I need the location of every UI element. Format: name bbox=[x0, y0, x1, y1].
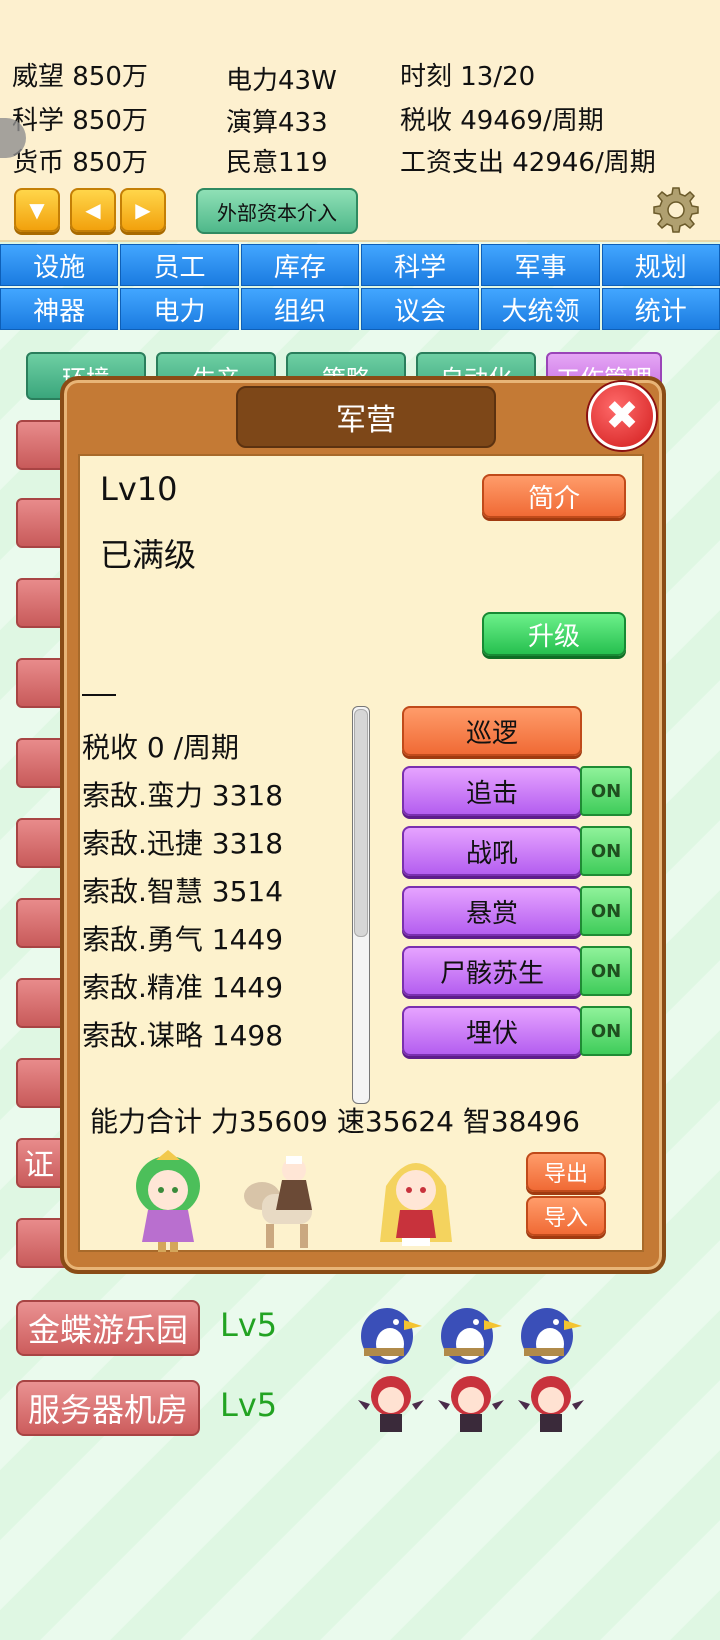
tab-organization[interactable]: 组织 bbox=[240, 288, 359, 330]
tab-planning[interactable]: 规划 bbox=[601, 244, 720, 286]
scrollbar-thumb[interactable] bbox=[354, 709, 368, 937]
demon-girl-worker-icon bbox=[358, 1376, 424, 1432]
stat-line: 税收 0 /周期 bbox=[82, 731, 240, 764]
import-button[interactable]: 导入 bbox=[526, 1196, 606, 1236]
skill-ambush-button[interactable]: 埋伏 bbox=[402, 1006, 582, 1056]
power-stat: 电力43W bbox=[226, 66, 337, 96]
stats-scrollbar[interactable] bbox=[352, 706, 370, 1104]
facility-name: 服务器机房 bbox=[28, 1391, 189, 1429]
skill-revive-toggle[interactable]: ON bbox=[580, 946, 632, 996]
skill-pursuit-button[interactable]: 追击 bbox=[402, 766, 582, 816]
facility-name: 金蝶游乐园 bbox=[28, 1311, 189, 1349]
facility-level: Lv5 bbox=[220, 1386, 278, 1424]
partial-facility-label: 证 bbox=[24, 1148, 54, 1183]
tab-parliament[interactable]: 议会 bbox=[360, 288, 480, 330]
triangle-down-icon: ▼ bbox=[29, 198, 45, 222]
tab-power[interactable]: 电力 bbox=[120, 288, 239, 330]
patrol-button[interactable]: 巡逻 bbox=[402, 706, 582, 756]
penguin-worker-icon bbox=[361, 1308, 422, 1364]
stat-line: 索敌.精准 1449 bbox=[82, 971, 284, 1004]
facility-level: Lv5 bbox=[220, 1306, 278, 1344]
currency-stat: 货币 850万 bbox=[12, 148, 148, 178]
green-hair-girl-icon bbox=[136, 1150, 200, 1252]
skill-revive-button[interactable]: 尸骸苏生 bbox=[402, 946, 582, 996]
stat-line: 索敌.蛮力 3318 bbox=[82, 779, 284, 812]
status-panel: 威望 850万 科学 850万 货币 850万 电力43W 演算433 民意11… bbox=[0, 0, 720, 242]
max-level-status: 已满级 bbox=[100, 536, 197, 574]
stat-line: 索敌.迅捷 3318 bbox=[82, 827, 284, 860]
wages-stat: 工资支出 42946/周期 bbox=[400, 148, 656, 178]
skill-bounty-button[interactable]: 悬赏 bbox=[402, 886, 582, 936]
tab-military[interactable]: 军事 bbox=[481, 244, 600, 286]
stat-line: 索敌.智慧 3514 bbox=[82, 875, 284, 908]
export-button[interactable]: 导出 bbox=[526, 1152, 606, 1192]
blonde-girl-icon bbox=[380, 1163, 452, 1246]
triangle-left-icon: ◀ bbox=[85, 198, 101, 222]
close-icon: ✖ bbox=[605, 393, 639, 439]
building-level: Lv10 bbox=[100, 470, 178, 508]
penguin-worker-icon bbox=[521, 1308, 582, 1364]
tab-facilities[interactable]: 设施 bbox=[0, 244, 119, 286]
external-capital-button[interactable]: 外部资本介入 bbox=[196, 188, 358, 234]
skill-warcry-button[interactable]: 战吼 bbox=[402, 826, 582, 876]
tab-statistics[interactable]: 统计 bbox=[601, 288, 720, 330]
opinion-stat: 民意119 bbox=[226, 148, 328, 178]
tab-artifacts[interactable]: 神器 bbox=[0, 288, 119, 330]
skill-warcry-toggle[interactable]: ON bbox=[580, 826, 632, 876]
right-arrow-button[interactable]: ▶ bbox=[120, 188, 166, 232]
main-tab-row-2: 神器 电力 组织 议会 大统领 统计 bbox=[0, 288, 720, 330]
intro-button[interactable]: 简介 bbox=[482, 474, 626, 518]
dialog-title: 军营 bbox=[236, 386, 496, 448]
tab-staff[interactable]: 员工 bbox=[120, 244, 239, 286]
gear-icon bbox=[653, 187, 699, 233]
triangle-right-icon: ▶ bbox=[135, 198, 151, 222]
close-button[interactable]: ✖ bbox=[588, 382, 656, 450]
skill-ambush-toggle[interactable]: ON bbox=[580, 1006, 632, 1056]
stat-line: 索敌.谋略 1498 bbox=[82, 1019, 284, 1052]
stat-line: 索敌.勇气 1449 bbox=[82, 923, 284, 956]
tab-leader[interactable]: 大统领 bbox=[481, 288, 600, 330]
time-stat: 时刻 13/20 bbox=[400, 62, 536, 92]
facility-amusement-park-button[interactable]: 金蝶游乐园 bbox=[16, 1300, 201, 1356]
demon-girl-worker-icon bbox=[518, 1376, 584, 1432]
list-divider bbox=[82, 694, 116, 696]
demon-girl-worker-icon bbox=[438, 1376, 504, 1432]
penguin-worker-icon bbox=[441, 1308, 502, 1364]
skill-bounty-toggle[interactable]: ON bbox=[580, 886, 632, 936]
down-arrow-button[interactable]: ▼ bbox=[14, 188, 60, 232]
tax-stat: 税收 49469/周期 bbox=[400, 106, 604, 136]
tab-inventory[interactable]: 库存 bbox=[240, 244, 359, 286]
compute-stat: 演算433 bbox=[226, 108, 328, 138]
prestige-stat: 威望 850万 bbox=[12, 62, 148, 92]
tab-science[interactable]: 科学 bbox=[360, 244, 480, 286]
settings-button[interactable] bbox=[652, 186, 700, 234]
ability-totals: 能力合计 力35609 速35624 智38496 bbox=[90, 1105, 580, 1138]
horse-girl-icon bbox=[244, 1156, 312, 1248]
main-tab-row-1: 设施 员工 库存 科学 军事 规划 bbox=[0, 244, 720, 286]
left-arrow-button[interactable]: ◀ bbox=[70, 188, 116, 232]
skill-pursuit-toggle[interactable]: ON bbox=[580, 766, 632, 816]
upgrade-button[interactable]: 升级 bbox=[482, 612, 626, 656]
facility-server-room-button[interactable]: 服务器机房 bbox=[16, 1380, 201, 1436]
science-stat: 科学 850万 bbox=[12, 106, 148, 136]
